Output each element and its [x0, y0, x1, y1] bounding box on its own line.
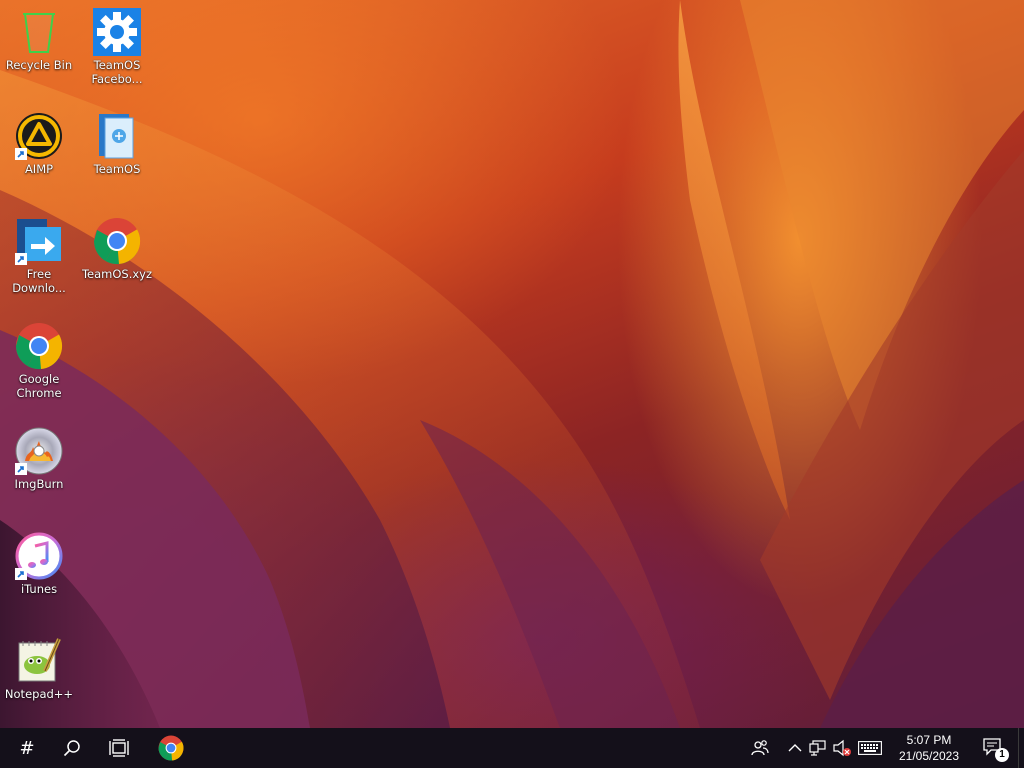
keyboard-icon	[858, 741, 882, 755]
desktop-icon-label: iTunes	[20, 582, 58, 596]
notepad-plus-plus-icon	[15, 637, 63, 685]
desktop-icon-label: AIMP	[24, 162, 54, 176]
desktop-icon-label: ImgBurn	[14, 477, 64, 491]
show-hidden-icons-button[interactable]	[784, 728, 806, 768]
chrome-icon	[93, 217, 141, 265]
clock-time: 5:07 PM	[906, 733, 952, 747]
desktop-icon-label: TeamOS	[93, 162, 141, 176]
start-button[interactable]: #	[4, 728, 50, 768]
chevron-up-icon	[788, 744, 802, 752]
desktop-icon-notepad-plus-plus[interactable]: Notepad++	[1, 631, 77, 701]
desktop-icon-free-download-manager[interactable]: Free Downlo...	[1, 211, 77, 295]
notification-badge: 1	[995, 748, 1009, 762]
task-view-icon	[109, 739, 129, 757]
download-manager-icon	[15, 217, 63, 265]
chrome-icon	[15, 322, 63, 370]
imgburn-disc-icon	[15, 427, 63, 475]
volume-muted-icon	[833, 739, 851, 757]
network-icon	[809, 740, 826, 756]
shortcut-arrow-icon	[15, 253, 27, 265]
action-center-button[interactable]: 1	[978, 728, 1010, 768]
shortcut-arrow-icon	[15, 463, 27, 475]
people-icon	[751, 740, 769, 756]
network-button[interactable]	[806, 728, 830, 768]
start-icon: #	[19, 737, 35, 759]
people-button[interactable]	[744, 728, 776, 768]
desktop[interactable]: Recycle Bin TeamOS Facebo... AIMP TeamOS…	[0, 0, 1024, 728]
desktop-icon-recycle-bin[interactable]: Recycle Bin	[1, 2, 77, 72]
desktop-icon-aimp[interactable]: AIMP	[1, 106, 77, 176]
chrome-icon	[158, 735, 184, 761]
desktop-icon-label: Google Chrome	[16, 372, 62, 400]
desktop-icon-label: Free Downlo...	[12, 267, 66, 295]
volume-button[interactable]	[830, 728, 854, 768]
desktop-icon-teamos[interactable]: TeamOS	[79, 106, 155, 176]
aimp-icon	[15, 112, 63, 160]
desktop-icon-teamos-xyz[interactable]: TeamOS.xyz	[79, 211, 155, 281]
recycle-bin-icon	[15, 8, 63, 56]
desktop-icon-google-chrome[interactable]: Google Chrome	[1, 316, 77, 400]
teamos-file-icon	[93, 112, 141, 160]
desktop-icon-teamos-facebook[interactable]: TeamOS Facebo...	[79, 2, 155, 86]
show-desktop-button[interactable]	[1018, 728, 1024, 768]
clock-date: 21/05/2023	[898, 749, 960, 763]
gear-icon	[93, 8, 141, 56]
shortcut-arrow-icon	[15, 568, 27, 580]
desktop-icon-label: TeamOS Facebo...	[91, 58, 143, 86]
search-button[interactable]	[49, 728, 95, 768]
shortcut-arrow-icon	[15, 148, 27, 160]
desktop-icon-itunes[interactable]: iTunes	[1, 526, 77, 596]
desktop-icon-label: Recycle Bin	[5, 58, 73, 72]
notification-count: 1	[999, 749, 1005, 760]
taskbar-clock[interactable]: 5:07 PM 21/05/2023	[888, 732, 970, 764]
taskbar: # 5:07 PM 21/05/2023 1	[0, 728, 1024, 768]
desktop-icon-imgburn[interactable]: ImgBurn	[1, 421, 77, 491]
touch-keyboard-button[interactable]	[854, 728, 886, 768]
itunes-icon	[15, 532, 63, 580]
desktop-icon-label: TeamOS.xyz	[81, 267, 153, 281]
desktop-icon-label: Notepad++	[4, 687, 74, 701]
search-icon	[63, 740, 80, 757]
taskbar-chrome-button[interactable]	[148, 728, 194, 768]
task-view-button[interactable]	[96, 728, 142, 768]
